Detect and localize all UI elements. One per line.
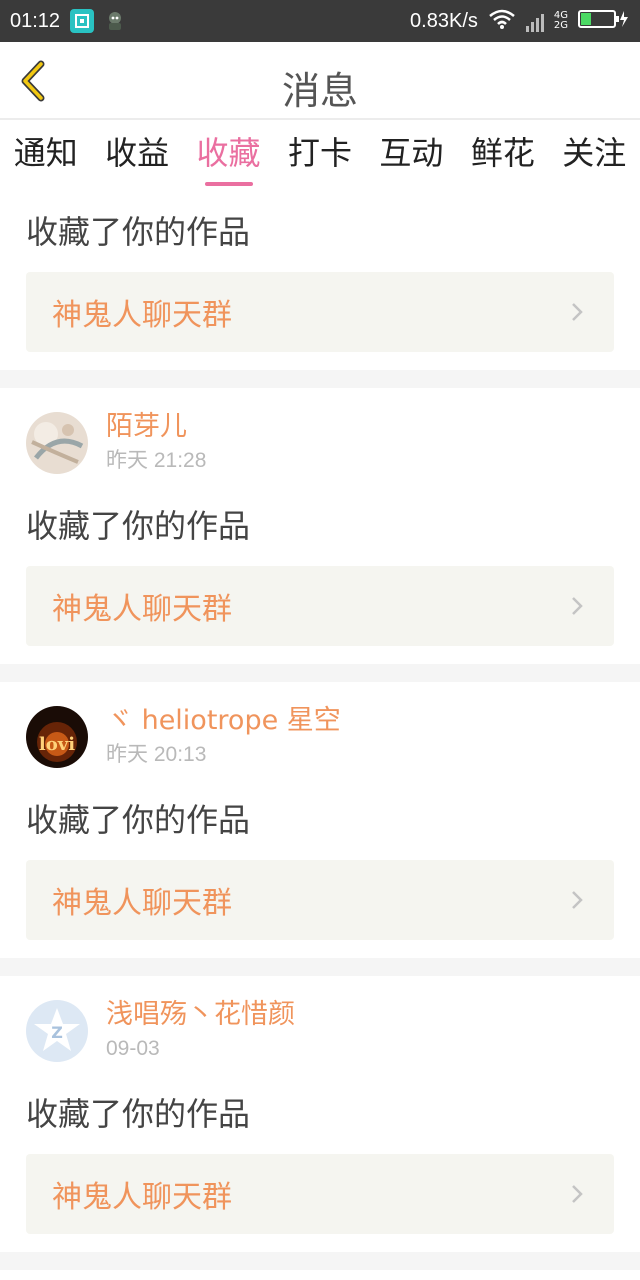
screenshot-app-icon (70, 9, 95, 33)
avatar[interactable]: Z (26, 1000, 88, 1062)
network-speed: 0.83K/s (410, 9, 478, 32)
tab-notifications[interactable]: 通知 (0, 122, 91, 188)
work-title: 神鬼人聊天群 (52, 298, 232, 333)
tab-interactions[interactable]: 互动 (366, 122, 457, 188)
chevron-right-icon (570, 301, 588, 323)
action-text: 收藏了你的作品 (26, 801, 251, 839)
chevron-right-icon (570, 595, 588, 617)
avatar[interactable]: lovi (26, 706, 88, 768)
user-row: 陌芽儿 昨天 21:28 (26, 388, 614, 498)
work-link[interactable]: 神鬼人聊天群 (26, 1154, 614, 1234)
user-row: lovi ヾ heliotrope 星空 昨天 20:13 (26, 682, 614, 792)
list-item: 陌芽儿 昨天 21:28 收藏了你的作品 神鬼人聊天群 (0, 388, 640, 664)
action-text: 收藏了你的作品 (26, 213, 251, 251)
work-link[interactable]: 神鬼人聊天群 (26, 860, 614, 940)
username[interactable]: ヾ heliotrope 星空 (106, 703, 341, 739)
work-link[interactable]: 神鬼人聊天群 (26, 272, 614, 352)
divider (0, 664, 640, 682)
status-time: 01:12 (10, 9, 61, 32)
work-title: 神鬼人聊天群 (52, 886, 232, 921)
tab-earnings[interactable]: 收益 (91, 122, 182, 188)
message-list: 收藏了你的作品 神鬼人聊天群 陌芽儿 昨天 21:28 收藏了你的作品 神鬼人聊… (0, 188, 640, 1270)
username[interactable]: 陌芽儿 (106, 409, 206, 445)
timestamp: 昨天 20:13 (106, 743, 207, 766)
svg-text:Z: Z (51, 1023, 63, 1042)
divider (0, 958, 640, 976)
timestamp: 昨天 21:28 (106, 449, 207, 472)
divider (0, 370, 640, 388)
divider (0, 1252, 640, 1270)
status-bar: 01:12 0.83K/s 4G 2G (0, 0, 640, 42)
list-item: lovi ヾ heliotrope 星空 昨天 20:13 收藏了你的作品 神鬼… (0, 682, 640, 958)
work-title: 神鬼人聊天群 (52, 592, 232, 627)
network-type: 4G 2G (553, 10, 568, 31)
tab-following[interactable]: 关注 (549, 122, 640, 188)
username[interactable]: 浅唱殇丶花惜颜 (106, 997, 295, 1033)
work-link[interactable]: 神鬼人聊天群 (26, 566, 614, 646)
chevron-right-icon (570, 889, 588, 911)
timestamp: 09-03 (106, 1037, 160, 1060)
tab-flowers[interactable]: 鲜花 (457, 122, 548, 188)
game-app-icon (102, 8, 128, 34)
tab-favorites[interactable]: 收藏 (183, 122, 274, 188)
svg-text:lovi: lovi (39, 734, 75, 755)
chevron-right-icon (570, 1183, 588, 1205)
signal-icon (525, 10, 544, 32)
action-text: 收藏了你的作品 (26, 1095, 251, 1133)
nav-bar: 消息 (0, 42, 640, 120)
avatar[interactable] (26, 412, 88, 474)
list-item: Z 浅唱殇丶花惜颜 09-03 收藏了你的作品 神鬼人聊天群 (0, 976, 640, 1252)
wifi-icon (488, 8, 516, 34)
tab-bar: 通知 收益 收藏 打卡 互动 鲜花 关注 (0, 122, 640, 188)
action-text: 收藏了你的作品 (26, 507, 251, 545)
page-title: 消息 (281, 69, 358, 113)
list-item: 收藏了你的作品 神鬼人聊天群 (0, 188, 640, 370)
tab-checkin[interactable]: 打卡 (274, 122, 365, 188)
work-title: 神鬼人聊天群 (52, 1180, 232, 1215)
battery-icon (578, 8, 630, 34)
user-row: Z 浅唱殇丶花惜颜 09-03 (26, 976, 614, 1086)
